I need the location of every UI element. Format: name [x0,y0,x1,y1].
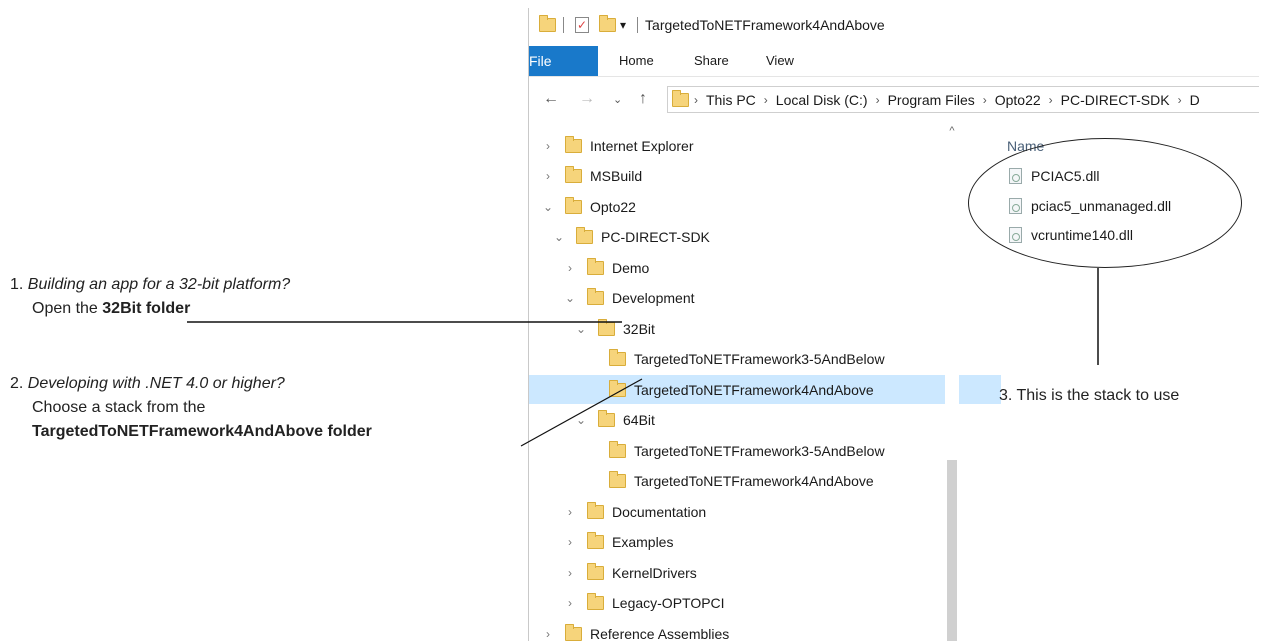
leader-line-step2 [520,378,643,447]
callout-lines [187,268,1099,447]
